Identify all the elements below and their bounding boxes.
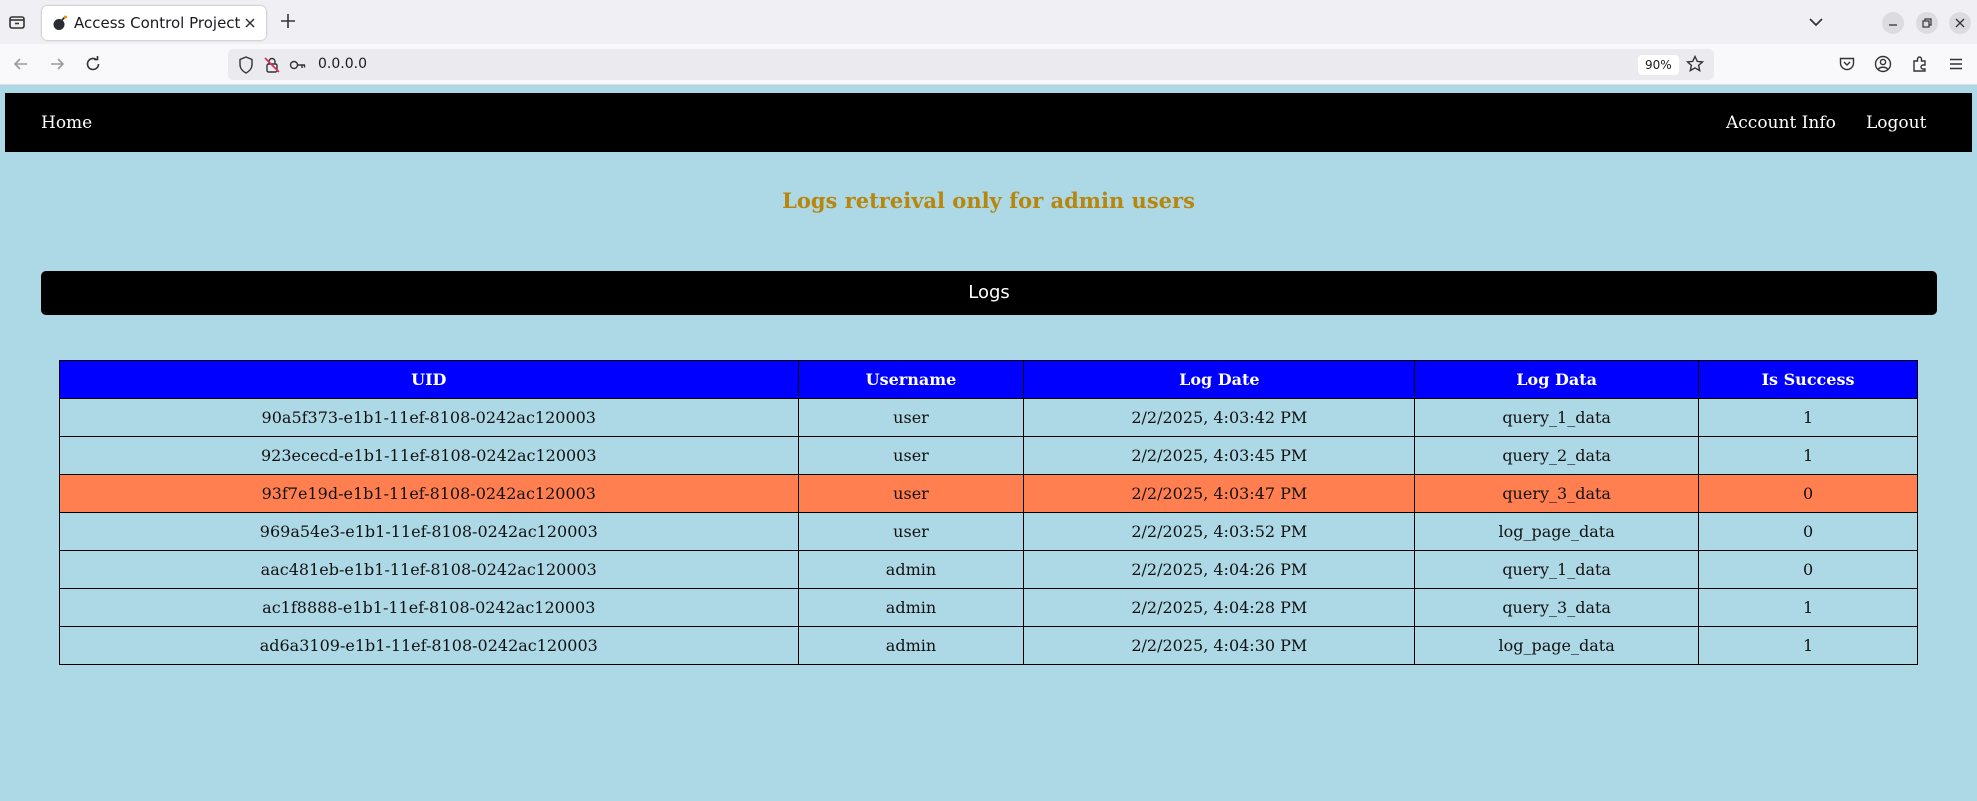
- cell-username: user: [797, 436, 1025, 475]
- shield-icon[interactable]: [236, 55, 256, 75]
- cell-log-date: 2/2/2025, 4:04:28 PM: [1023, 588, 1416, 627]
- table-row: 923ececd-e1b1-11ef-8108-0242ac120003 use…: [59, 436, 1918, 475]
- cell-is-success: 1: [1698, 398, 1918, 437]
- browser-tab[interactable]: Access Control Project: [42, 6, 266, 40]
- page-heading: Logs retreival only for admin users: [782, 188, 1195, 213]
- cell-log-data: query_1_data: [1414, 550, 1700, 589]
- cell-log-date: 2/2/2025, 4:03:52 PM: [1023, 512, 1416, 551]
- table-row: 93f7e19d-e1b1-11ef-8108-0242ac120003 use…: [59, 474, 1918, 513]
- table-header-row: UID Username Log Date Log Data Is Succes…: [59, 360, 1918, 399]
- site-navbar: Home Account Info Logout: [5, 93, 1972, 152]
- tab-list-icon[interactable]: [6, 11, 28, 33]
- table-row: 969a54e3-e1b1-11ef-8108-0242ac120003 use…: [59, 512, 1918, 551]
- back-arrow-icon[interactable]: [11, 54, 31, 74]
- cell-log-date: 2/2/2025, 4:03:42 PM: [1023, 398, 1416, 437]
- cell-log-date: 2/2/2025, 4:04:26 PM: [1023, 550, 1416, 589]
- table-row: 90a5f373-e1b1-11ef-8108-0242ac120003 use…: [59, 398, 1918, 437]
- logout-link[interactable]: Logout: [1866, 113, 1926, 133]
- new-tab-icon[interactable]: [278, 11, 298, 31]
- zoom-level-badge[interactable]: 90%: [1638, 55, 1679, 75]
- bookmark-star-icon[interactable]: [1685, 54, 1705, 74]
- restore-icon[interactable]: [1916, 12, 1938, 34]
- url-bar[interactable]: 0.0.0.0 90%: [228, 49, 1714, 80]
- cell-log-data: query_3_data: [1414, 474, 1700, 513]
- cell-is-success: 0: [1698, 474, 1918, 513]
- insecure-lock-icon[interactable]: [262, 55, 282, 75]
- cell-uid: ad6a3109-e1b1-11ef-8108-0242ac120003: [59, 626, 799, 665]
- cell-uid: 969a54e3-e1b1-11ef-8108-0242ac120003: [59, 512, 799, 551]
- cell-uid: 93f7e19d-e1b1-11ef-8108-0242ac120003: [59, 474, 799, 513]
- key-icon[interactable]: [288, 55, 308, 75]
- reload-icon[interactable]: [83, 54, 103, 74]
- cell-username: user: [797, 398, 1025, 437]
- account-icon[interactable]: [1873, 54, 1893, 74]
- column-header-username: Username: [797, 360, 1025, 399]
- cell-log-data: log_page_data: [1414, 626, 1700, 665]
- column-header-log-data: Log Data: [1414, 360, 1700, 399]
- tab-title: Access Control Project: [74, 14, 241, 32]
- cell-log-data: query_2_data: [1414, 436, 1700, 475]
- forward-arrow-icon[interactable]: [47, 54, 67, 74]
- browser-tab-bar: Access Control Project: [0, 0, 1977, 44]
- account-info-link[interactable]: Account Info: [1726, 113, 1836, 133]
- column-header-uid: UID: [59, 360, 799, 399]
- cell-log-date: 2/2/2025, 4:03:45 PM: [1023, 436, 1416, 475]
- cell-username: user: [797, 512, 1025, 551]
- close-tab-icon[interactable]: [242, 15, 258, 31]
- pocket-icon[interactable]: [1837, 54, 1857, 74]
- table-row: ac1f8888-e1b1-11ef-8108-0242ac120003 adm…: [59, 588, 1918, 627]
- table-row: ad6a3109-e1b1-11ef-8108-0242ac120003 adm…: [59, 626, 1918, 665]
- table-row: aac481eb-e1b1-11ef-8108-0242ac120003 adm…: [59, 550, 1918, 589]
- cell-uid: ac1f8888-e1b1-11ef-8108-0242ac120003: [59, 588, 799, 627]
- url-text[interactable]: 0.0.0.0: [318, 56, 367, 72]
- logs-title-bar: Logs: [41, 271, 1937, 315]
- cell-is-success: 0: [1698, 550, 1918, 589]
- minimize-icon[interactable]: [1882, 12, 1904, 34]
- cell-username: user: [797, 474, 1025, 513]
- cell-uid: 923ececd-e1b1-11ef-8108-0242ac120003: [59, 436, 799, 475]
- chevron-down-icon[interactable]: [1806, 12, 1826, 32]
- cell-username: admin: [797, 588, 1025, 627]
- cell-uid: 90a5f373-e1b1-11ef-8108-0242ac120003: [59, 398, 799, 437]
- cell-log-date: 2/2/2025, 4:03:47 PM: [1023, 474, 1416, 513]
- column-header-log-date: Log Date: [1023, 360, 1416, 399]
- cell-username: admin: [797, 626, 1025, 665]
- column-header-is-success: Is Success: [1698, 360, 1918, 399]
- browser-nav-bar: 0.0.0.0 90%: [0, 44, 1977, 85]
- cell-uid: aac481eb-e1b1-11ef-8108-0242ac120003: [59, 550, 799, 589]
- cell-is-success: 1: [1698, 588, 1918, 627]
- logs-table: UID Username Log Date Log Data Is Succes…: [59, 360, 1918, 665]
- home-link[interactable]: Home: [41, 113, 92, 133]
- cell-username: admin: [797, 550, 1025, 589]
- cell-log-data: log_page_data: [1414, 512, 1700, 551]
- cell-log-date: 2/2/2025, 4:04:30 PM: [1023, 626, 1416, 665]
- cell-is-success: 0: [1698, 512, 1918, 551]
- extensions-icon[interactable]: [1910, 54, 1930, 74]
- bomb-icon: [52, 15, 68, 31]
- close-window-icon[interactable]: [1949, 12, 1971, 34]
- cell-is-success: 1: [1698, 436, 1918, 475]
- menu-icon[interactable]: [1946, 54, 1966, 74]
- cell-log-data: query_3_data: [1414, 588, 1700, 627]
- cell-log-data: query_1_data: [1414, 398, 1700, 437]
- cell-is-success: 1: [1698, 626, 1918, 665]
